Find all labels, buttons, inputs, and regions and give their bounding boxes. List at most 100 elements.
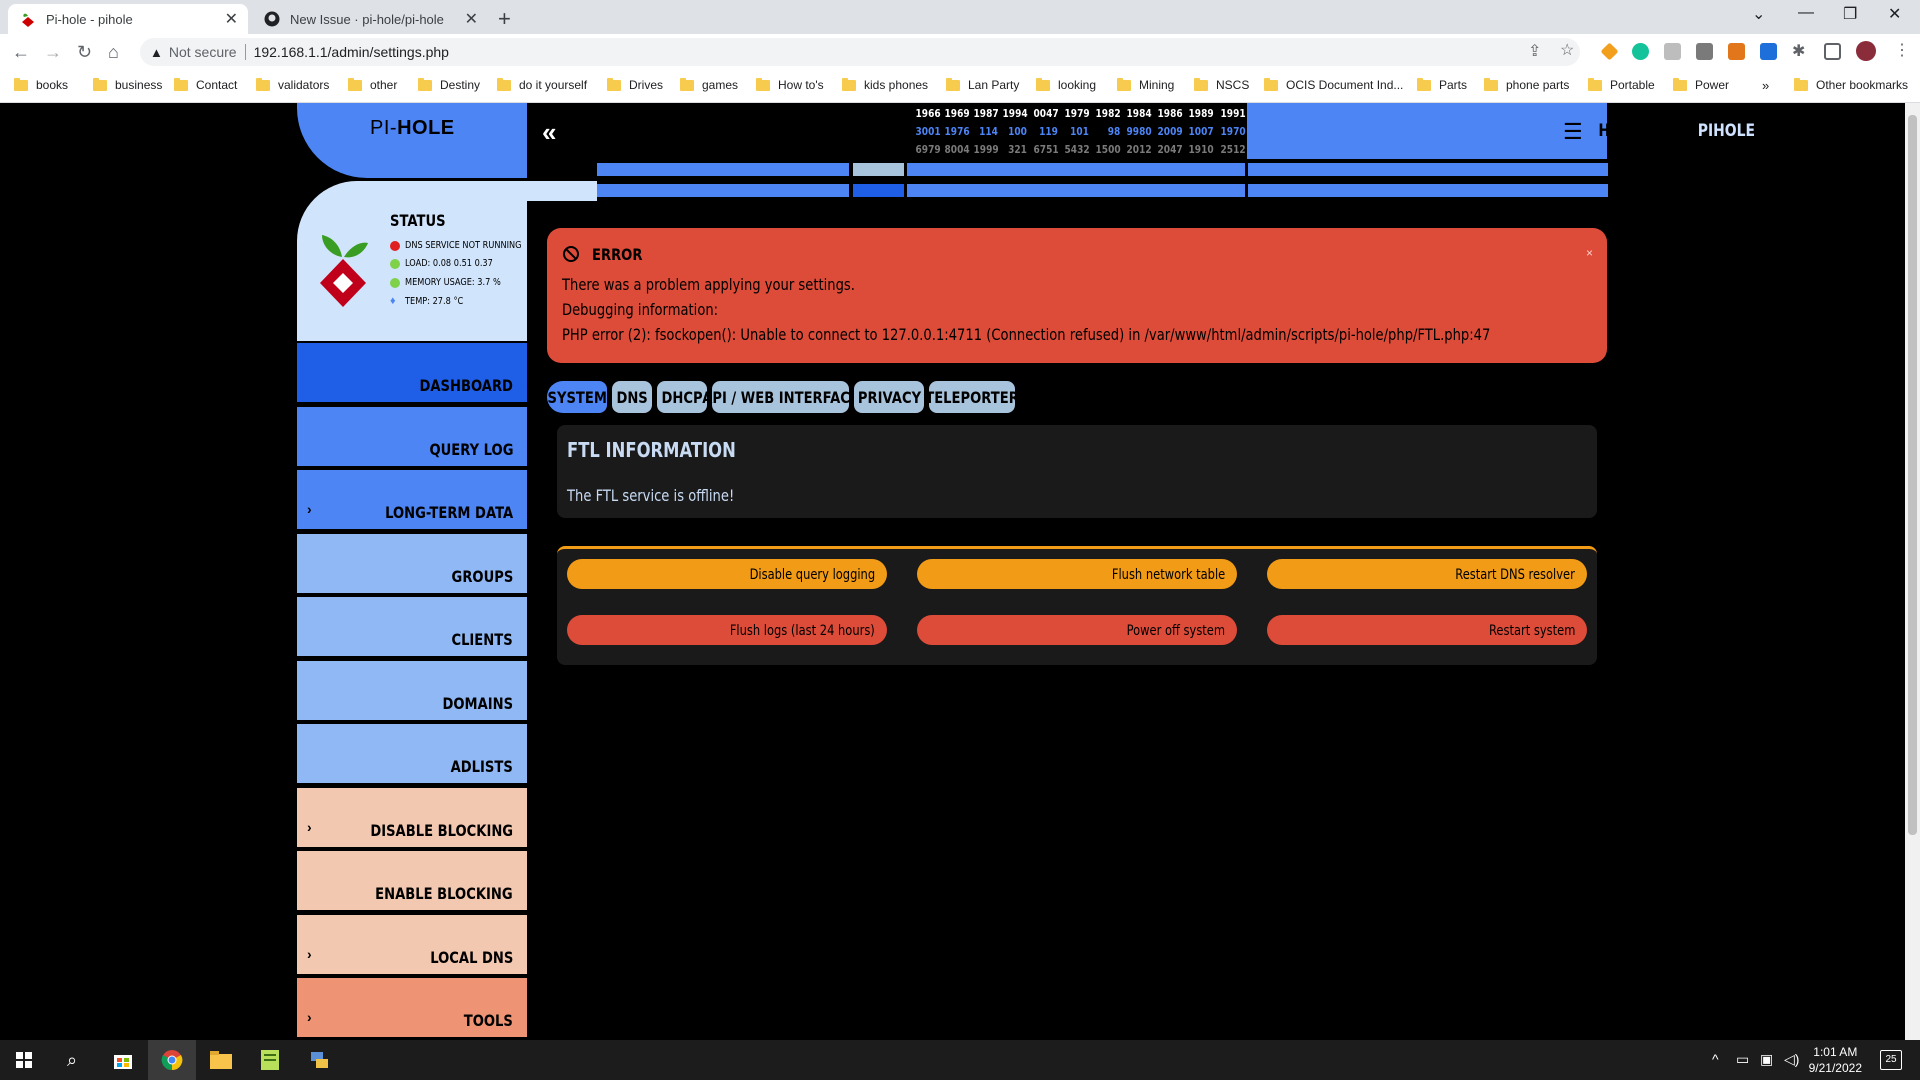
forward-icon[interactable]: → — [44, 42, 62, 63]
search-icon[interactable]: ⌕ — [48, 1040, 96, 1080]
bookmark-mining[interactable]: Mining — [1117, 77, 1174, 92]
bookmark-looking[interactable]: looking — [1036, 77, 1096, 92]
bookmark-lan-party[interactable]: Lan Party — [946, 77, 1019, 92]
notepad-plus-icon[interactable] — [246, 1040, 294, 1080]
bookmark-parts[interactable]: Parts — [1417, 77, 1467, 92]
folder-icon — [946, 77, 960, 91]
tray-chevron-icon[interactable]: ^ — [1712, 1051, 1719, 1067]
new-tab-icon[interactable]: + — [498, 6, 511, 32]
bookmark-power[interactable]: Power — [1673, 77, 1729, 92]
lcars-bar — [907, 184, 1245, 197]
extensions-puzzle-icon[interactable]: ✱ — [1792, 41, 1805, 61]
extension-p-icon[interactable] — [1760, 43, 1777, 60]
sidebar-item-dashboard[interactable]: DASHBOARD — [297, 343, 527, 402]
grammarly-icon[interactable] — [1632, 43, 1649, 60]
flush-logs-button[interactable]: Flush logs (last 24 hours) — [567, 615, 887, 645]
tray-meeting-icon[interactable]: ▭ — [1736, 1051, 1749, 1068]
page-scrollbar[interactable] — [1905, 103, 1920, 1040]
status-title: STATUS — [390, 211, 446, 230]
back-icon[interactable]: ← — [12, 42, 30, 63]
tab-teleporter[interactable]: TELEPORTER — [925, 381, 1019, 413]
home-icon[interactable]: ⌂ — [108, 42, 119, 63]
bookmark-business[interactable]: business — [93, 77, 162, 92]
sidebar-item-groups[interactable]: GROUPS — [297, 533, 527, 593]
browser-toolbar: ← → ↻ ⌂ ▲ Not secure 192.168.1.1/admin/s… — [0, 34, 1920, 70]
hamburger-menu-icon[interactable]: ☰ — [1563, 119, 1583, 145]
alert-close-icon[interactable]: × — [1586, 246, 1593, 260]
network-app-icon[interactable] — [295, 1040, 343, 1080]
bookmark-books[interactable]: books — [14, 77, 68, 92]
disable-query-logging-button[interactable]: Disable query logging — [567, 559, 887, 589]
bookmark-destiny[interactable]: Destiny — [418, 77, 480, 92]
bookmark-validators[interactable]: validators — [256, 77, 329, 92]
sidebar-item-local-dns[interactable]: › LOCAL DNS — [297, 914, 527, 974]
metamask-icon[interactable] — [1728, 43, 1745, 60]
minimize-icon[interactable]: — — [1798, 4, 1814, 22]
windows-start-icon[interactable] — [0, 1040, 48, 1080]
extension-gray-icon[interactable] — [1664, 43, 1681, 60]
power-off-button[interactable]: Power off system — [917, 615, 1237, 645]
bookmarks-overflow-button[interactable]: » — [1762, 78, 1769, 93]
sidebar-collapse-button[interactable]: « — [542, 117, 556, 148]
extension-dark-icon[interactable] — [1696, 43, 1713, 60]
scrollbar-thumb[interactable] — [1908, 115, 1917, 835]
security-label[interactable]: Not secure — [169, 44, 237, 60]
bookmark-nscs[interactable]: NSCS — [1194, 77, 1249, 92]
bookmark-games[interactable]: games — [680, 77, 738, 92]
pihole-logo[interactable]: PI-HOLE — [370, 117, 455, 140]
sidebar-item-long-term-data[interactable]: › LONG-TERM DATA — [297, 470, 527, 529]
bookmark-do-it-yourself[interactable]: do it yourself — [497, 77, 587, 92]
lcars-number-column: 1969 1976 8004 — [939, 105, 970, 159]
browser-tab-github[interactable]: New Issue · pi-hole/pi-hole ✕ — [252, 4, 488, 34]
flush-network-table-button[interactable]: Flush network table — [917, 559, 1237, 589]
bookmark-phone-parts[interactable]: phone parts — [1484, 77, 1569, 92]
notification-center-icon[interactable]: 25 — [1880, 1050, 1902, 1070]
sidebar-item-tools[interactable]: › TOOLS — [297, 978, 527, 1037]
sidebar-item-domains[interactable]: DOMAINS — [297, 660, 527, 720]
logo-block[interactable] — [297, 103, 527, 178]
store-icon[interactable] — [99, 1040, 147, 1080]
reload-icon[interactable]: ↻ — [77, 42, 92, 63]
sidebar-item-query-log[interactable]: QUERY LOG — [297, 406, 527, 466]
bookmark-star-icon[interactable]: ☆ — [1560, 40, 1574, 60]
close-tab-icon[interactable]: ✕ — [225, 9, 238, 29]
bookmark-contact[interactable]: Contact — [174, 77, 237, 92]
restore-icon[interactable]: ❐ — [1843, 4, 1857, 24]
profile-avatar[interactable] — [1856, 41, 1876, 61]
restart-dns-resolver-button[interactable]: Restart DNS resolver — [1267, 559, 1587, 589]
tab-dns[interactable]: DNS — [612, 381, 652, 413]
file-explorer-icon[interactable] — [197, 1040, 245, 1080]
share-icon[interactable]: ⇪ — [1528, 41, 1541, 61]
bookmark-ocis[interactable]: OCIS Document Ind... — [1264, 77, 1403, 92]
bookmark-portable[interactable]: Portable — [1588, 77, 1655, 92]
kebab-menu-icon[interactable]: ⋮ — [1894, 40, 1910, 60]
bookmark-drives[interactable]: Drives — [607, 77, 663, 92]
restart-system-button[interactable]: Restart system — [1267, 615, 1587, 645]
close-window-icon[interactable]: ✕ — [1888, 4, 1901, 24]
tab-dhcp[interactable]: DHCP — [657, 381, 707, 413]
browser-tab-pihole[interactable]: Pi-hole - pihole ✕ — [8, 4, 248, 34]
tray-network-icon[interactable]: ▣ — [1760, 1051, 1773, 1068]
url-text[interactable]: 192.168.1.1/admin/settings.php — [254, 44, 449, 60]
chrome-taskbar-icon[interactable] — [148, 1040, 196, 1080]
sidebar-item-enable-blocking[interactable]: ENABLE BLOCKING — [297, 851, 527, 910]
extension-diamond-icon[interactable] — [1600, 42, 1619, 61]
tab-api-web-interface[interactable]: API / WEB INTERFACE — [702, 381, 859, 413]
lcars-number: 1984 — [1126, 107, 1152, 120]
chevron-right-icon: › — [307, 945, 312, 962]
sidebar-item-adlists[interactable]: ADLISTS — [297, 724, 527, 783]
close-tab-icon[interactable]: ✕ — [465, 9, 478, 29]
address-bar[interactable]: ▲ Not secure 192.168.1.1/admin/settings.… — [140, 38, 1580, 66]
bookmark-how-tos[interactable]: How to's — [756, 77, 824, 92]
tray-volume-icon[interactable]: ◁) — [1784, 1051, 1799, 1068]
tab-privacy[interactable]: PRIVACY — [854, 381, 924, 413]
taskbar-clock[interactable]: 1:01 AM 9/21/2022 — [1809, 1044, 1862, 1076]
bookmark-kids-phones[interactable]: kids phones — [842, 77, 928, 92]
bookmark-other[interactable]: other — [348, 77, 397, 92]
side-panel-icon[interactable] — [1824, 43, 1841, 60]
other-bookmarks[interactable]: Other bookmarks — [1794, 77, 1908, 92]
sidebar-item-disable-blocking[interactable]: › DISABLE BLOCKING — [297, 787, 527, 847]
sidebar-item-clients[interactable]: CLIENTS — [297, 597, 527, 656]
tab-system[interactable]: SYSTEM — [547, 381, 607, 413]
tab-search-icon[interactable]: ⌄ — [1752, 4, 1765, 24]
